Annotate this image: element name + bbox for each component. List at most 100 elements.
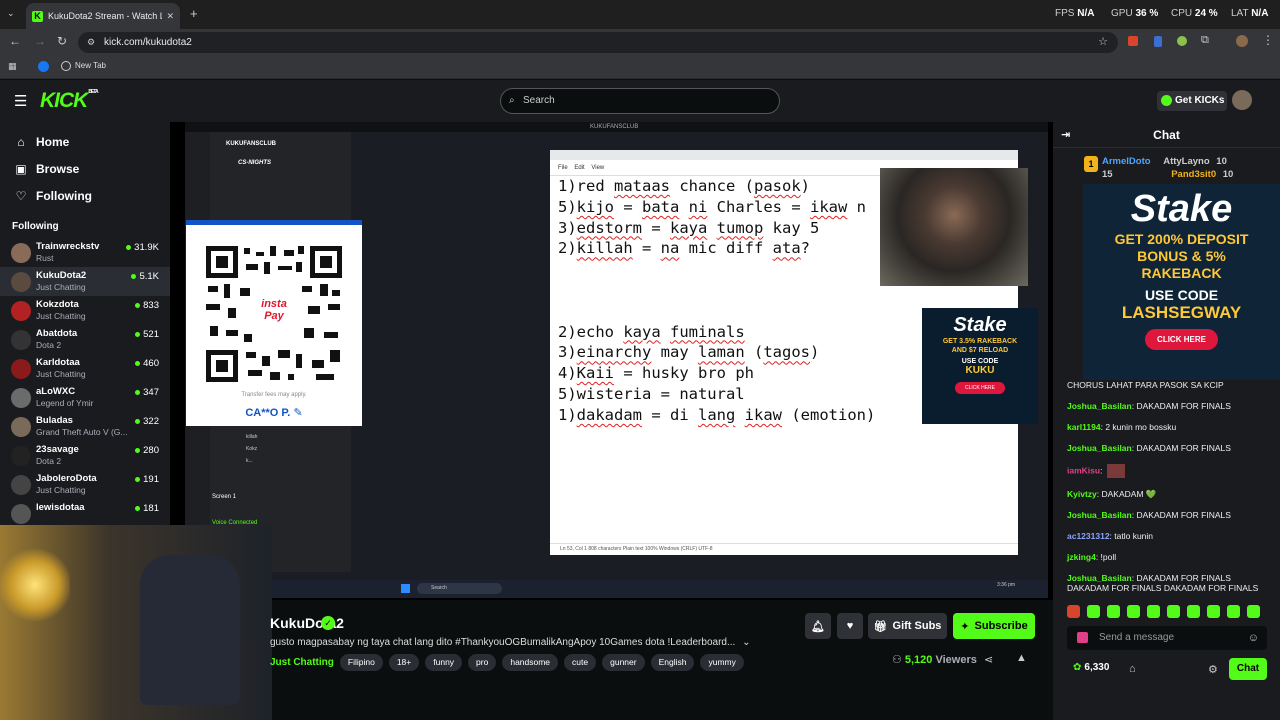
channel-points[interactable]: ✿ 6,330 (1073, 662, 1109, 673)
notepad-word: ata (772, 239, 801, 258)
reload-icon[interactable]: ↻ (57, 34, 67, 48)
emote-icon[interactable] (1087, 605, 1100, 618)
new-tab-icon[interactable]: + (190, 6, 198, 21)
gaming-chair (140, 555, 240, 705)
notepad-word: Charles = (707, 197, 810, 216)
sidebar-channel[interactable]: Abatdota Dota 2 521 (0, 325, 170, 354)
chat-username[interactable]: Kyivtzy (1067, 489, 1097, 499)
emote-icon[interactable] (1067, 605, 1080, 618)
site-info-icon[interactable]: ⚙ (87, 32, 95, 53)
store-icon[interactable]: ⌂ (1129, 663, 1136, 675)
stream-tag[interactable]: cute (564, 654, 597, 671)
chat-message: ac1231312: tatlo kunin (1067, 530, 1154, 541)
user-avatar[interactable] (1232, 90, 1252, 110)
stream-tag[interactable]: gunner (602, 654, 645, 671)
browser-tab[interactable]: K KukuDota2 Stream - Watch Live ✕ (26, 3, 180, 29)
video-player[interactable]: KUKUFANSCLUB KUKUFANSCLUB CS-NIGHTS kill… (170, 122, 1053, 600)
kick-logo[interactable]: KICKBETA (40, 89, 99, 113)
chat-text: !poll (1100, 551, 1117, 562)
chat-message: CHORUS LAHAT PARA PASOK SA KCIP (1067, 380, 1275, 391)
following-heading: Following (12, 221, 59, 232)
emote-icon[interactable] (1127, 605, 1140, 618)
sidebar-channel[interactable]: KukuDota2 Just Chatting 5.1K (0, 267, 170, 296)
stream-tags: Just Chatting Filipino 18+ funny pro handsom… (270, 654, 744, 671)
emote-icon[interactable] (1207, 605, 1220, 618)
chat-settings-gear-icon[interactable]: ⚙ (1208, 663, 1218, 676)
get-kicks-button[interactable]: Get KICKs (1157, 91, 1227, 111)
extensions-puzzle-icon[interactable]: ⧉ (1201, 34, 1209, 47)
sidebar-channel[interactable]: Buladas Grand Theft Auto V (G... 322 (0, 412, 170, 441)
emoji-picker-icon[interactable]: ☺ (1248, 626, 1259, 650)
chat-username[interactable]: Joshua_Basilan (1067, 443, 1132, 453)
chat-messages: CHORUS LAHAT PARA PASOK SA KCIP Joshua_Ba… (1067, 380, 1275, 604)
notification-bell-button[interactable]: 🔔︎ (805, 613, 831, 639)
shield-extension-icon[interactable] (1154, 36, 1162, 47)
bookmark-new-tab[interactable]: New Tab (75, 61, 106, 70)
chevron-down-icon[interactable]: ⌄ (742, 637, 750, 648)
notepad-word: = di (642, 405, 698, 424)
stream-category[interactable]: Just Chatting (270, 654, 334, 671)
close-tab-icon[interactable]: ✕ (166, 11, 174, 22)
search-input[interactable]: ⌕ Search (500, 88, 780, 114)
chat-username[interactable]: iamKisu (1067, 465, 1100, 475)
apps-grid-icon[interactable]: ▦ (8, 61, 17, 72)
leader-count-2: 10 (1216, 156, 1227, 167)
nav-browse[interactable]: ▣ Browse (0, 155, 170, 182)
collapse-chat-icon[interactable]: ⇥ (1061, 122, 1070, 148)
channel-viewers: 191 (135, 474, 159, 485)
emote-icon[interactable] (1227, 605, 1240, 618)
profile-avatar-icon[interactable] (1236, 35, 1248, 47)
sidebar-channel[interactable]: Kokzdota Just Chatting 833 (0, 296, 170, 325)
forward-icon[interactable]: → (34, 34, 46, 48)
report-warning-icon[interactable]: ▲ (1016, 652, 1027, 664)
chat-username[interactable]: ac1231312 (1067, 531, 1110, 541)
extension-icon[interactable] (1128, 36, 1138, 46)
sidebar-channel[interactable]: JaboleroDota Just Chatting 191 (0, 470, 170, 499)
stream-tag[interactable]: yummy (700, 654, 744, 671)
send-chat-button[interactable]: Chat (1229, 658, 1267, 680)
viewer-count: ⚇ 5,120 Viewers (892, 653, 977, 666)
sidebar-channel[interactable]: Karldotaa Just Chatting 460 (0, 354, 170, 383)
chat-username[interactable]: jzking4 (1067, 552, 1096, 562)
bookmark-star-icon[interactable]: ☆ (1098, 32, 1108, 53)
follow-heart-button[interactable]: ♥ (837, 613, 863, 639)
sidebar-channel[interactable]: Trainwreckstv Rust 31.9K (0, 238, 170, 267)
sidebar-channel[interactable]: lewisdotaa 181 (0, 499, 170, 528)
subscribe-button[interactable]: ✦ Subscribe (953, 613, 1035, 639)
emote-icon[interactable] (1107, 605, 1120, 618)
chat-username[interactable]: Joshua_Basilan (1067, 573, 1132, 583)
chat-message: karl1194: 2 kunin mo bossku (1067, 422, 1177, 432)
stream-tag[interactable]: handsome (502, 654, 559, 671)
emote-icon[interactable] (1187, 605, 1200, 618)
stream-tag[interactable]: funny (425, 654, 463, 671)
stream-tag[interactable]: 18+ (388, 654, 420, 671)
back-icon[interactable]: ← (9, 34, 21, 48)
nav-following[interactable]: ♡ Following (0, 182, 170, 209)
stream-tag[interactable]: pro (468, 654, 497, 671)
emote-icon[interactable] (1247, 605, 1260, 618)
sidebar-channel[interactable]: 23savage Dota 2 280 (0, 441, 170, 470)
extension-icon-2[interactable] (1177, 36, 1187, 46)
stream-tag[interactable]: English (650, 654, 695, 671)
tab-title: KukuDota2 Stream - Watch Live (48, 11, 163, 21)
facebook-icon[interactable] (38, 61, 49, 72)
stake-banner-button[interactable]: CLICK HERE (1145, 329, 1218, 350)
sidebar-channel[interactable]: aLoWXC Legend of Ymir 347 (0, 383, 170, 412)
stake-chat-banner[interactable]: Stake GET 200% DEPOSIT BONUS & 5% RAKEBA… (1083, 184, 1280, 380)
chat-username[interactable]: Joshua_Basilan (1067, 510, 1132, 520)
emote-icon[interactable] (1147, 605, 1160, 618)
chat-input[interactable]: Send a message ☺ (1067, 626, 1267, 650)
stream-tag[interactable]: Filipino (339, 654, 383, 671)
nav-home[interactable]: ⌂ Home (0, 128, 170, 155)
share-icon[interactable]: ⋖ (984, 653, 993, 666)
qr-account-name-text: CA**O P. (245, 407, 291, 419)
chat-username[interactable]: Joshua_Basilan (1067, 401, 1132, 411)
tab-search-icon[interactable]: ⌄ (7, 8, 15, 19)
browser-menu-icon[interactable]: ⋮ (1262, 33, 1274, 47)
emote-icon[interactable] (1167, 605, 1180, 618)
chat-username[interactable]: karl1194 (1067, 422, 1101, 432)
channel-viewers: 31.9K (126, 242, 159, 253)
hamburger-menu-icon[interactable]: ☰ (14, 92, 27, 110)
gift-subs-button[interactable]: 🎁︎ Gift Subs (868, 613, 947, 639)
url-field[interactable]: ⚙ kick.com/kukudota2 ☆ (78, 32, 1118, 53)
